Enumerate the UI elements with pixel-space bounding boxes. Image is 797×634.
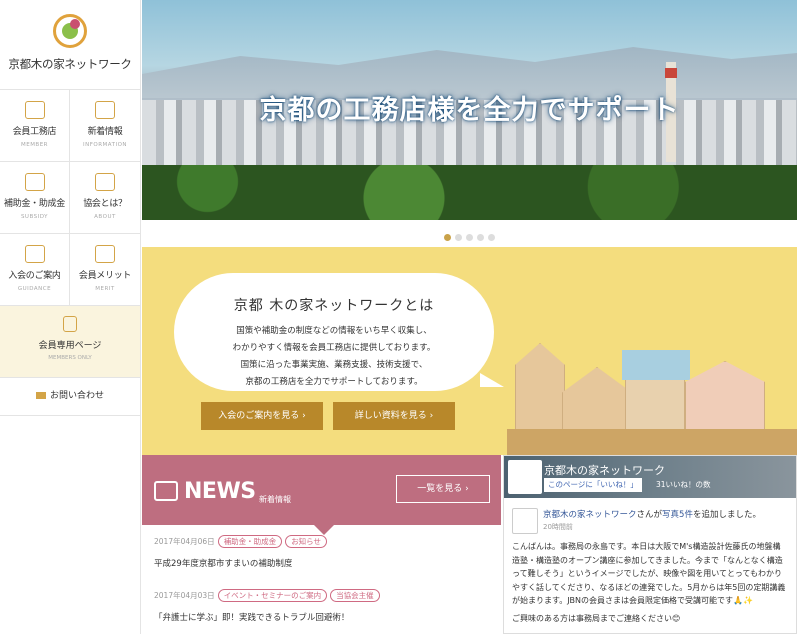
sidebar-item-merit[interactable]: 会員メリット MERIT bbox=[70, 234, 140, 306]
brand-name: 京都木の家ネットワーク bbox=[8, 57, 132, 71]
sidebar-item-subsidy[interactable]: 補助金・助成金 SUBSIDY bbox=[0, 162, 70, 234]
slider-dot[interactable] bbox=[455, 234, 462, 241]
facebook-like-count: 31いいね！の数 bbox=[656, 480, 711, 489]
sidebar-item-sublabel: MERIT bbox=[95, 286, 115, 292]
sidebar-item-information[interactable]: 新着情報 INFORMATION bbox=[70, 90, 140, 162]
sidebar-item-label: 入会のご案内 bbox=[8, 271, 61, 281]
news-tag[interactable]: 当協会主催 bbox=[330, 589, 380, 602]
facebook-page-name[interactable]: 京都木の家ネットワーク bbox=[544, 462, 665, 478]
post-time[interactable]: 20時間前 bbox=[512, 522, 788, 532]
facebook-widget: 京都木の家ネットワーク このページに「いいね！」 31いいね！の数 京都木の家ネ… bbox=[503, 455, 797, 634]
sidebar-item-member[interactable]: 会員工務店 MEMBER bbox=[0, 90, 70, 162]
news-date: 2017年04月06日 bbox=[154, 537, 215, 546]
sidebar-item-label: 会員メリット bbox=[78, 271, 132, 281]
about-bubble: 京都 木の家ネットワークとは 国策や補助金の制度などの情報をいち早く収集し、 わ… bbox=[174, 273, 504, 391]
mail-icon bbox=[35, 392, 46, 399]
sidebar-item-label: 補助金・助成金 bbox=[4, 199, 65, 209]
sidebar-item-sublabel: MEMBERS ONLY bbox=[48, 355, 92, 361]
news-section: NEWS 新着情報 一覧を見る › 2017年04月06日 補助金・助成金 お知らせ… bbox=[142, 455, 501, 634]
house bbox=[685, 361, 765, 431]
wooden-houses-image bbox=[507, 297, 797, 455]
about-section: 京都 木の家ネットワークとは 国策や補助金の制度などの情報をいち早く収集し、 わ… bbox=[142, 247, 797, 455]
logo-mark-icon bbox=[53, 14, 87, 48]
chat-icon bbox=[154, 481, 178, 501]
shelf bbox=[507, 429, 797, 455]
facebook-header: 京都木の家ネットワーク このページに「いいね！」 31いいね！の数 bbox=[504, 456, 796, 498]
sidebar: 京都木の家ネットワーク 会員工務店 MEMBER 新着情報 INFORMATIO… bbox=[0, 0, 141, 634]
avatar[interactable] bbox=[512, 508, 538, 534]
sidebar-item-guidance[interactable]: 入会のご案内 GUIDANCE bbox=[0, 234, 70, 306]
post-body-text: こんばんは。事務局の永島です。本日は大阪でM's構造設計佐藤氏の地盤構造塾・構造… bbox=[512, 542, 786, 605]
join-guide-button[interactable]: 入会のご案内を見る › bbox=[201, 402, 323, 430]
slider-dot[interactable] bbox=[488, 234, 495, 241]
page-logo-icon[interactable] bbox=[508, 460, 542, 494]
news-more-button[interactable]: 一覧を見る › bbox=[396, 475, 490, 503]
about-line: 国策に沿った事業実施、業務支援、技術支援で、 bbox=[240, 360, 428, 370]
post-author-link[interactable]: 京都木の家ネットワーク bbox=[543, 510, 637, 520]
news-tag[interactable]: 補助金・助成金 bbox=[217, 535, 283, 548]
documents-button[interactable]: 詳しい資料を見る › bbox=[333, 402, 455, 430]
sidebar-item-label: 新着情報 bbox=[87, 127, 123, 137]
sidebar-item-members-only[interactable]: 会員専用ページ MEMBERS ONLY bbox=[0, 306, 140, 378]
post-action2: を追加しました。 bbox=[692, 510, 761, 520]
sidebar-item-sublabel: INFORMATION bbox=[82, 142, 128, 148]
hero-trees bbox=[142, 165, 797, 220]
slider-dot[interactable] bbox=[466, 234, 473, 241]
slider-dot[interactable] bbox=[444, 234, 451, 241]
chat-icon bbox=[95, 101, 115, 119]
about-line: わかりやすく情報を会員工務店に提供しております。 bbox=[232, 343, 436, 353]
sidebar-item-sublabel: GUIDANCE bbox=[17, 286, 52, 292]
news-header: NEWS 新着情報 一覧を見る › bbox=[142, 455, 501, 535]
document-search-icon bbox=[95, 173, 115, 191]
pen-icon bbox=[95, 245, 115, 263]
post-body-text: ご興味のある方は事務局までご連絡ください😊 bbox=[512, 613, 681, 623]
news-title: NEWS bbox=[184, 479, 256, 504]
about-title: 京都 木の家ネットワークとは bbox=[233, 298, 435, 314]
hero-banner: 京都の工務店様を全力でサポート bbox=[142, 0, 797, 220]
house bbox=[515, 343, 565, 431]
yen-icon bbox=[24, 173, 45, 191]
facebook-like-button[interactable]: このページに「いいね！」 bbox=[544, 478, 642, 492]
slider-dots bbox=[142, 220, 797, 247]
sidebar-item-contact[interactable]: お問い合わせ bbox=[0, 378, 140, 416]
house bbox=[622, 350, 690, 431]
slider-dot[interactable] bbox=[477, 234, 484, 241]
sidebar-item-sublabel: SUBSIDY bbox=[20, 214, 49, 220]
sidebar-item-label: 会員専用ページ bbox=[38, 341, 102, 351]
sidebar-item-about[interactable]: 協会とは？ ABOUT bbox=[70, 162, 140, 234]
members-icon bbox=[24, 101, 45, 119]
house-roof bbox=[622, 350, 690, 380]
post-photos-link[interactable]: 写真5件 bbox=[662, 510, 693, 520]
lock-icon bbox=[63, 316, 77, 332]
news-item-title[interactable]: 「弁護士に学ぶ」即！実践できるトラブル回避術！ bbox=[154, 611, 489, 623]
sidebar-item-sublabel: MEMBER bbox=[20, 142, 49, 148]
sidebar-item-label: お問い合わせ bbox=[49, 391, 104, 401]
news-tag[interactable]: お知らせ bbox=[285, 535, 328, 548]
hero-title: 京都の工務店様を全力でサポート bbox=[259, 95, 680, 126]
logo[interactable]: 京都木の家ネットワーク bbox=[0, 0, 140, 90]
news-tag[interactable]: イベント・セミナーのご案内 bbox=[217, 589, 328, 602]
sidebar-item-sublabel: ABOUT bbox=[94, 214, 116, 220]
news-date: 2017年04月03日 bbox=[154, 591, 215, 600]
news-item-title[interactable]: 平成29年度京都市すまいの補助制度 bbox=[154, 557, 489, 569]
about-line: 京都の工務店を全力でサポートしております。 bbox=[245, 377, 423, 387]
news-item[interactable]: 2017年04月03日 イベント・セミナーのご案内 当協会主催 「弁護士に学ぶ」即！… bbox=[142, 579, 501, 633]
post-action: さんが bbox=[636, 510, 663, 520]
sidebar-item-label: 会員工務店 bbox=[12, 127, 57, 137]
sidebar-item-label: 協会とは？ bbox=[83, 199, 127, 209]
facebook-post: 京都木の家ネットワークさんが写真5件を追加しました。 20時間前 こんばんは。事… bbox=[504, 498, 796, 625]
sidebar-nav: 会員工務店 MEMBER 新着情報 INFORMATION 補助金・助成金 SU… bbox=[0, 90, 140, 306]
news-subtitle: 新着情報 bbox=[259, 495, 291, 504]
post-body: こんばんは。事務局の永島です。本日は大阪でM's構造設計佐藤氏の地盤構造塾・構造… bbox=[512, 534, 788, 625]
about-line: 国策や補助金の制度などの情報をいち早く収集し、 bbox=[236, 326, 432, 336]
megaphone-icon bbox=[24, 245, 45, 263]
